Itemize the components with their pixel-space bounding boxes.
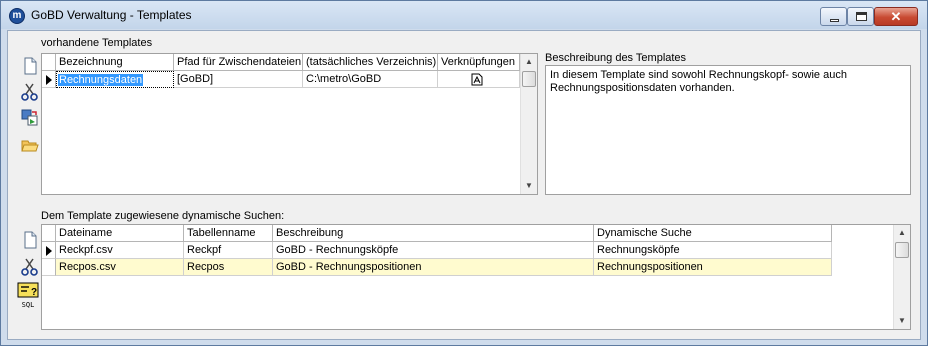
cell-verknuepfungen[interactable] <box>438 71 520 88</box>
col-header-pfad[interactable]: Pfad für Zwischendateien <box>174 54 303 71</box>
scroll-thumb[interactable] <box>895 242 909 258</box>
table-row[interactable]: Recpos.csv Recpos GoBD - Rechnungspositi… <box>42 259 832 276</box>
col-header-bezeichnung[interactable]: Bezeichnung <box>56 54 174 71</box>
scissors-icon[interactable] <box>20 82 40 102</box>
scroll-down-icon[interactable]: ▼ <box>521 178 537 194</box>
templates-section-label: vorhandene Templates <box>41 37 153 49</box>
window-title: GoBD Verwaltung - Templates <box>31 8 192 22</box>
col-header-dynamische-suche[interactable]: Dynamische Suche <box>594 225 832 242</box>
new-document-icon[interactable] <box>20 56 40 76</box>
app-icon: m <box>9 8 25 24</box>
current-row-arrow-icon <box>46 246 52 256</box>
cell-tabellenname[interactable]: Reckpf <box>184 242 273 259</box>
maximize-button[interactable] <box>847 7 874 26</box>
close-icon: ✕ <box>890 9 902 24</box>
svg-text:?: ? <box>31 287 37 298</box>
cell-verzeichnis[interactable]: C:\metro\GoBD <box>303 71 438 88</box>
scroll-up-icon[interactable]: ▲ <box>894 225 910 241</box>
open-folder-icon[interactable] <box>20 136 40 156</box>
maximize-icon <box>856 12 867 21</box>
minimize-icon <box>830 19 839 22</box>
description-textbox[interactable]: In diesem Template sind sowohl Rechnungs… <box>545 65 911 195</box>
templates-vertical-scrollbar[interactable]: ▲ ▼ <box>520 54 537 194</box>
searches-grid[interactable]: Dateiname Tabellenname Beschreibung Dyna… <box>41 224 911 330</box>
searches-section-label: Dem Template zugewiesene dynamische Such… <box>41 210 285 222</box>
cell-dateiname[interactable]: Recpos.csv <box>56 259 184 276</box>
sql-label: SQL <box>21 301 35 309</box>
cell-bezeichnung-text: Rechnungsdaten <box>58 74 144 86</box>
cell-pfad[interactable]: [GoBD] <box>174 71 303 88</box>
current-row-arrow-icon <box>46 75 52 85</box>
remove-search-scissors-icon[interactable] <box>20 257 40 277</box>
cell-dynamische-suche[interactable]: Rechnungsköpfe <box>594 242 832 259</box>
grid-corner <box>42 54 56 71</box>
col-header-beschreibung[interactable]: Beschreibung <box>273 225 594 242</box>
cell-bezeichnung[interactable]: Rechnungsdaten <box>56 71 174 88</box>
copy-template-icon[interactable] <box>20 108 40 128</box>
description-label: Beschreibung des Templates <box>545 52 687 64</box>
document-link-icon[interactable] <box>471 73 483 86</box>
row-indicator <box>42 71 56 88</box>
table-row[interactable]: Reckpf.csv Reckpf GoBD - Rechnungsköpfe … <box>42 242 832 259</box>
cell-beschreibung[interactable]: GoBD - Rechnungspositionen <box>273 259 594 276</box>
close-button[interactable]: ✕ <box>874 7 918 26</box>
cell-dateiname[interactable]: Reckpf.csv <box>56 242 184 259</box>
col-header-dateiname[interactable]: Dateiname <box>56 225 184 242</box>
cell-beschreibung[interactable]: GoBD - Rechnungsköpfe <box>273 242 594 259</box>
row-indicator <box>42 242 56 259</box>
scroll-up-icon[interactable]: ▲ <box>521 54 537 70</box>
row-indicator <box>42 259 56 276</box>
templates-grid[interactable]: Bezeichnung Pfad für Zwischendateien (ta… <box>41 53 538 195</box>
cell-dynamische-suche[interactable]: Rechnungspositionen <box>594 259 832 276</box>
searches-vertical-scrollbar[interactable]: ▲ ▼ <box>893 225 910 329</box>
client-area: vorhandene Templates Bezeichnung Pfad fü <box>7 30 921 340</box>
col-header-verzeichnis[interactable]: (tatsächliches Verzeichnis) <box>303 54 438 71</box>
minimize-button[interactable] <box>820 7 847 26</box>
title-bar[interactable]: m GoBD Verwaltung - Templates ✕ <box>1 1 927 29</box>
sql-query-button[interactable]: ? SQL <box>17 282 41 309</box>
main-window: m GoBD Verwaltung - Templates ✕ vorhande… <box>0 0 928 346</box>
cell-tabellenname[interactable]: Recpos <box>184 259 273 276</box>
scroll-down-icon[interactable]: ▼ <box>894 313 910 329</box>
col-header-verknuepfungen[interactable]: Verknüpfungen <box>438 54 520 71</box>
searches-grid-corner <box>42 225 56 242</box>
sql-query-icon: ? <box>17 282 39 298</box>
col-header-tabellenname[interactable]: Tabellenname <box>184 225 273 242</box>
scroll-thumb[interactable] <box>522 71 536 87</box>
new-search-document-icon[interactable] <box>20 230 40 250</box>
